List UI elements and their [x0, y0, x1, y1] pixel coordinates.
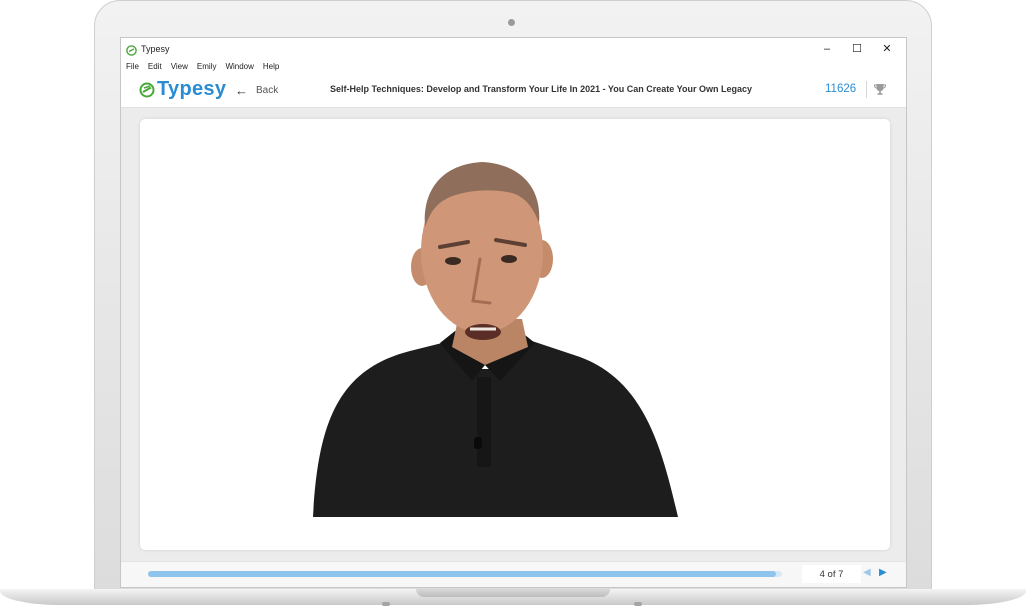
- app-header: Typesy ← Back Self-Help Techniques: Deve…: [121, 73, 906, 108]
- menu-help[interactable]: Help: [258, 62, 283, 71]
- close-button[interactable]: ✕: [872, 38, 902, 59]
- video-panel[interactable]: [140, 119, 890, 550]
- laptop-notch: [416, 589, 610, 597]
- menu-window[interactable]: Window: [220, 62, 257, 71]
- menu-edit[interactable]: Edit: [143, 62, 166, 71]
- webcam: [508, 19, 515, 26]
- typesy-logo-icon: [139, 82, 155, 97]
- page-indicator: 4 of 7: [802, 565, 861, 583]
- window-controls: – ☐ ✕: [812, 38, 902, 59]
- player-footer: 4 of 7 ◀ ▶: [121, 561, 906, 587]
- header-divider: [866, 81, 867, 98]
- progress-fill: [148, 571, 776, 577]
- progress-bar[interactable]: [148, 571, 782, 577]
- laptop-foot-left: [382, 602, 390, 606]
- minimize-button[interactable]: –: [812, 38, 842, 59]
- menu-emily[interactable]: Emily: [192, 62, 221, 71]
- back-label: Back: [256, 85, 279, 96]
- triangle-right-icon[interactable]: ▶: [879, 567, 887, 578]
- score-counter: 11626: [825, 83, 857, 95]
- typesy-app-icon: [126, 43, 137, 56]
- title-bar: Typesy – ☐ ✕: [121, 38, 906, 59]
- menu-file[interactable]: File: [121, 62, 143, 71]
- logo-text: Typesy: [157, 78, 227, 100]
- menu-view[interactable]: View: [166, 62, 192, 71]
- app-window: Typesy – ☐ ✕ File Edit View Emily Window…: [120, 37, 907, 588]
- window-title: Typesy: [141, 43, 170, 54]
- trophy-icon[interactable]: [873, 82, 887, 101]
- laptop-foot-right: [634, 602, 642, 606]
- arrow-left-icon: ←: [235, 83, 248, 98]
- maximize-button[interactable]: ☐: [842, 38, 872, 59]
- menu-bar: File Edit View Emily Window Help: [121, 59, 906, 73]
- back-button[interactable]: ← Back: [235, 83, 278, 98]
- typesy-logo[interactable]: Typesy: [139, 78, 226, 101]
- triangle-left-icon[interactable]: ◀: [863, 567, 871, 578]
- lesson-title: Self-Help Techniques: Develop and Transf…: [330, 84, 752, 94]
- presenter-video: [313, 162, 678, 517]
